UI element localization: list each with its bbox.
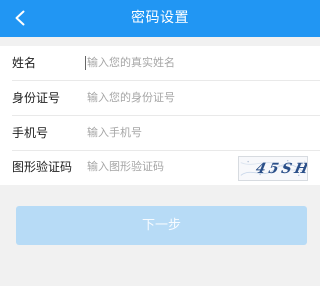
top-navigation-bar: 密码设置 — [0, 0, 320, 37]
id-number-input[interactable] — [85, 88, 217, 108]
page-title: 密码设置 — [131, 10, 189, 26]
phone-row: 手机号 — [0, 116, 320, 151]
phone-input[interactable] — [85, 123, 217, 143]
phone-label: 手机号 — [12, 126, 49, 140]
identity-form: 姓名 身份证号 手机号 图形验证码 — [0, 46, 320, 185]
captcha-code: 45SH — [254, 161, 308, 177]
id-number-row: 身份证号 — [0, 81, 320, 116]
captcha-label: 图形验证码 — [12, 160, 73, 174]
captcha-image[interactable]: 45SH — [238, 156, 308, 181]
captcha-row: 图形验证码 45SH — [0, 150, 320, 185]
id-number-label: 身份证号 — [12, 91, 61, 105]
next-step-button[interactable]: 下一步 — [16, 206, 307, 245]
name-label: 姓名 — [12, 56, 37, 70]
name-input[interactable] — [85, 53, 217, 73]
captcha-input[interactable] — [85, 157, 217, 177]
name-row: 姓名 — [0, 46, 320, 81]
password-setup-screen: 密码设置 姓名 身份证号 手机号 图形验证码 — [0, 0, 320, 286]
